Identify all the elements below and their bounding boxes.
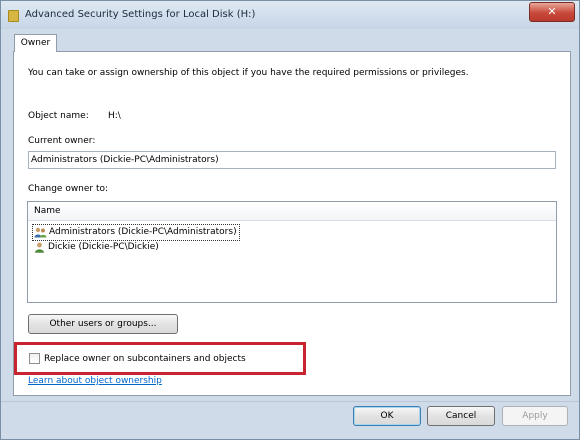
current-owner-field: Administrators (Dickie-PC\Administrators… xyxy=(28,151,556,169)
object-name-value: H:\ xyxy=(108,111,121,121)
cancel-button[interactable]: Cancel xyxy=(427,406,495,426)
change-owner-list[interactable]: Name Administrators (Dickie-PC\Administr… xyxy=(27,201,557,303)
list-item-label: Administrators (Dickie-PC\Administrators… xyxy=(49,227,237,237)
user-icon xyxy=(35,242,44,253)
apply-button[interactable]: Apply xyxy=(502,406,568,426)
folder-icon xyxy=(8,10,19,22)
highlight-box xyxy=(14,342,306,375)
other-users-button-label: Other users or groups... xyxy=(49,319,157,329)
user-group-icon xyxy=(34,227,47,238)
list-item-administrators[interactable]: Administrators (Dickie-PC\Administrators… xyxy=(32,224,240,241)
change-owner-label: Change owner to: xyxy=(28,184,109,194)
ok-button[interactable]: OK xyxy=(353,406,421,426)
other-users-button[interactable]: Other users or groups... xyxy=(28,314,178,334)
list-column-name[interactable]: Name xyxy=(28,202,556,221)
list-item-label: Dickie (Dickie-PC\Dickie) xyxy=(48,242,159,252)
title-bar[interactable]: Advanced Security Settings for Local Dis… xyxy=(1,1,579,29)
current-owner-label: Current owner: xyxy=(28,136,96,146)
security-settings-window: Advanced Security Settings for Local Dis… xyxy=(0,0,580,440)
close-button[interactable]: ✕ xyxy=(529,2,575,22)
window-title: Advanced Security Settings for Local Dis… xyxy=(25,9,256,20)
footer-divider xyxy=(1,401,579,402)
ownership-description: You can take or assign ownership of this… xyxy=(28,68,469,78)
list-item-dickie[interactable]: Dickie (Dickie-PC\Dickie) xyxy=(32,240,159,255)
tab-owner[interactable]: Owner xyxy=(14,34,57,52)
object-name-label: Object name: xyxy=(28,111,89,121)
learn-ownership-link[interactable]: Learn about object ownership xyxy=(28,376,162,386)
